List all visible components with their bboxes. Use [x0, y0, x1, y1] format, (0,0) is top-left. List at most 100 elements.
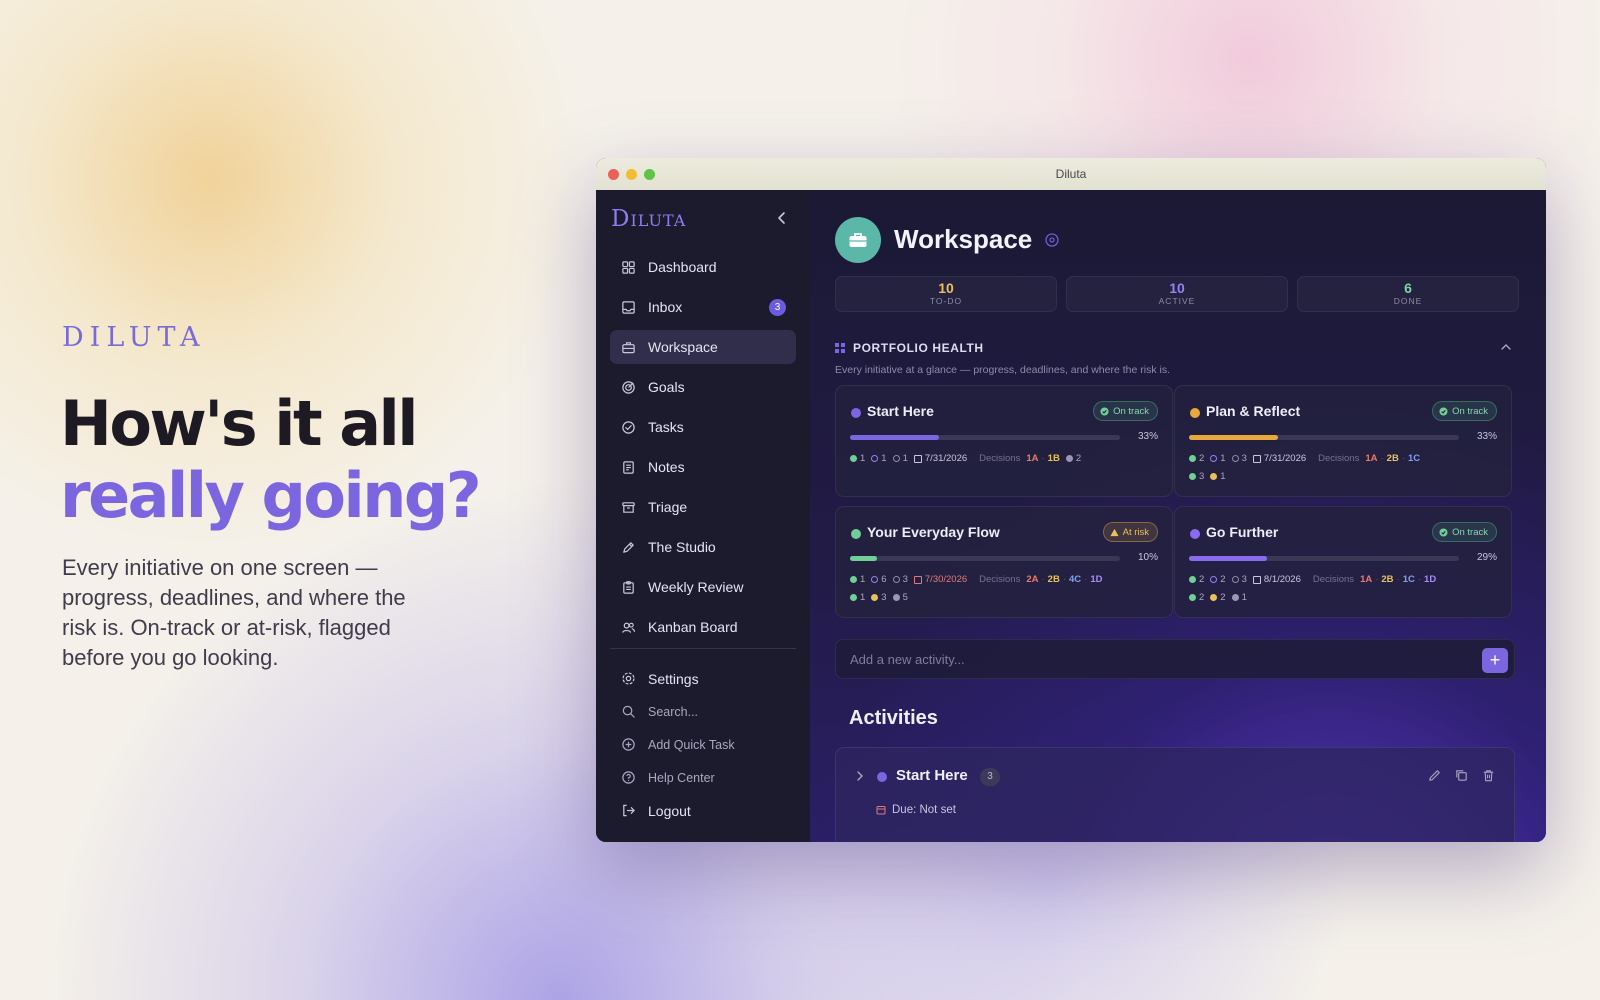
- logout-button[interactable]: Logout: [610, 794, 796, 827]
- subcount: 1: [850, 592, 865, 603]
- sidebar-item-settings[interactable]: Settings: [610, 662, 796, 695]
- add-activity-placeholder: Add a new activity...: [850, 652, 965, 667]
- decisions-label: Decisions: [1318, 453, 1360, 464]
- portfolio-card[interactable]: Your Everyday Flow At risk 10% 1 6 3 7/30/2026…: [835, 506, 1173, 618]
- portfolio-card[interactable]: Start Here On track 33% 1 1 1 7/31/2026 Decisio…: [835, 385, 1173, 497]
- portfolio-health-title: PORTFOLIO HEALTH: [853, 341, 984, 355]
- sidebar-item-kanban-board[interactable]: Kanban Board: [610, 610, 796, 644]
- briefcase-icon: [849, 233, 867, 247]
- calendar-icon: [913, 575, 922, 584]
- search-label: Search...: [648, 704, 699, 719]
- decision-count: 2A: [1026, 574, 1039, 585]
- calendar-icon: [876, 806, 886, 815]
- target-icon: [622, 380, 635, 394]
- activity-title: Start Here: [896, 767, 968, 784]
- portfolio-card[interactable]: Plan & Reflect On track 33% 2 1 3 7/31/2026 Dec…: [1174, 385, 1512, 497]
- grid-icon: [622, 260, 635, 274]
- sidebar-item-notes[interactable]: Notes: [610, 450, 796, 484]
- subcount-value: 2: [1220, 592, 1226, 603]
- status-badge: At risk: [1102, 522, 1158, 542]
- main-content: Workspace 10 TO-DO 10 ACTIVE 6 DONE PORTFOLIO…: [810, 190, 1546, 842]
- sidebar-item-label: Kanban Board: [648, 619, 738, 635]
- stat-done[interactable]: 6 DONE: [1297, 276, 1519, 312]
- sidebar-item-triage[interactable]: Triage: [610, 490, 796, 524]
- card-color-dot: [1190, 408, 1200, 418]
- gray-dot-icon: [1065, 455, 1073, 462]
- subcount: 5: [892, 592, 908, 603]
- due-date-value: 8/1/2026: [1263, 574, 1301, 585]
- sidebar-item-dashboard[interactable]: Dashboard: [610, 250, 796, 284]
- sidebar-item-the-studio[interactable]: The Studio: [610, 530, 796, 564]
- todo-count: 3: [1231, 574, 1247, 585]
- activity-due: Due: Not set: [876, 804, 956, 816]
- sidebar-item-tasks[interactable]: Tasks: [610, 410, 796, 444]
- decision-count: 1C: [1402, 574, 1415, 585]
- warning-icon: [1110, 528, 1119, 536]
- page-title: Workspace: [894, 224, 1033, 254]
- decision-separator: ·: [1396, 574, 1400, 585]
- sidebar-item-label: Notes: [648, 459, 685, 475]
- check-circle-icon: [1100, 406, 1109, 416]
- users-icon: [622, 622, 636, 633]
- sidebar-item-goals[interactable]: Goals: [610, 370, 796, 404]
- status-dot-icon: [1189, 473, 1196, 480]
- check-icon: [850, 576, 857, 583]
- decision-count: 1A: [1360, 574, 1373, 585]
- todo-value: 1: [902, 453, 908, 464]
- status-badge: On track: [1432, 522, 1497, 542]
- stat-active[interactable]: 10 ACTIVE: [1066, 276, 1288, 312]
- add-activity-button[interactable]: +: [1482, 648, 1508, 673]
- check-icon: [1189, 455, 1196, 462]
- help-center-link[interactable]: Help Center: [610, 761, 796, 794]
- collapse-sidebar-icon[interactable]: [774, 210, 790, 226]
- extra-count-value: 2: [1075, 453, 1082, 464]
- clock-icon: [1210, 455, 1218, 462]
- subcount: 3: [871, 592, 887, 603]
- check-circle-icon: [1439, 527, 1448, 537]
- portfolio-card[interactable]: Go Further On track 29% 2 2 3 8/1/2026 Decision…: [1174, 506, 1512, 618]
- decision-separator: ·: [1084, 574, 1088, 585]
- sidebar-item-weekly-review[interactable]: Weekly Review: [610, 570, 796, 604]
- duplicate-icon[interactable]: [1454, 768, 1469, 783]
- calendar-icon: [913, 454, 922, 463]
- archive-icon: [622, 501, 635, 513]
- trash-icon[interactable]: [1481, 768, 1496, 783]
- sidebar-item-label: Tasks: [648, 419, 684, 435]
- check-icon: [850, 455, 857, 462]
- subcount-value: 2: [1199, 592, 1205, 603]
- edit-icon[interactable]: [1427, 768, 1442, 783]
- title-bar: Diluta: [596, 158, 1546, 190]
- quick-task-label: Add Quick Task: [648, 737, 735, 752]
- due-date: 8/1/2026: [1252, 574, 1301, 585]
- subcount: 1: [1231, 592, 1247, 603]
- add-activity-field[interactable]: Add a new activity... +: [835, 639, 1515, 679]
- status-text: On track: [1452, 526, 1488, 538]
- circle-icon: [892, 576, 900, 583]
- sidebar-search[interactable]: Search...: [610, 695, 796, 728]
- workspace-settings-icon[interactable]: [1044, 232, 1060, 248]
- decision-separator: ·: [1375, 574, 1379, 585]
- check-circle-icon: [622, 420, 635, 434]
- portfolio-health-subtitle: Every initiative at a glance — progress,…: [835, 364, 1171, 376]
- activity-card[interactable]: Start Here 3 Due: Not set: [835, 747, 1515, 842]
- stat-value: 6: [1404, 280, 1412, 296]
- add-quick-task-button[interactable]: Add Quick Task: [610, 728, 796, 761]
- stat-label: ACTIVE: [1158, 296, 1196, 306]
- stat-to-do[interactable]: 10 TO-DO: [835, 276, 1057, 312]
- clock-icon: [1210, 576, 1218, 583]
- status-dot-icon: [892, 594, 900, 601]
- chevron-right-icon[interactable]: [854, 770, 866, 782]
- activity-due-text: Due: Not set: [892, 804, 956, 816]
- chevron-up-icon[interactable]: [1500, 341, 1512, 353]
- sidebar-item-label: Dashboard: [648, 259, 717, 275]
- active-value: 6: [881, 574, 887, 585]
- card-subcounts: 2 2 1: [1189, 592, 1253, 603]
- done-value: 1: [860, 453, 866, 464]
- help-label: Help Center: [648, 770, 715, 785]
- decision-count: 2B: [1386, 453, 1399, 464]
- done-count: 2: [1189, 574, 1204, 585]
- sidebar-item-inbox[interactable]: Inbox 3: [610, 290, 796, 324]
- briefcase-icon: [622, 341, 635, 353]
- sidebar-item-workspace[interactable]: Workspace: [610, 330, 796, 364]
- card-color-dot: [851, 529, 861, 539]
